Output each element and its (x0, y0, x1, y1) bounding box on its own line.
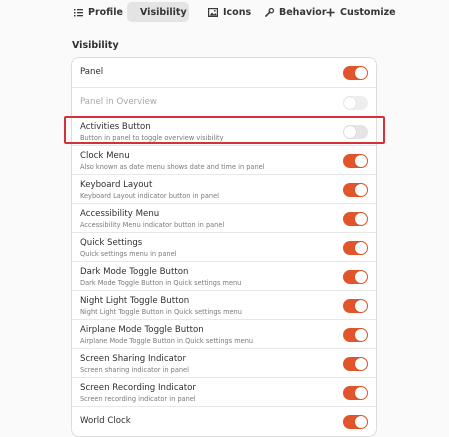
toggle-knob (355, 387, 367, 399)
toggle-switch[interactable] (343, 212, 368, 226)
setting-subtitle: Also known as date menu shows date and t… (80, 163, 265, 171)
setting-title: Screen Recording Indicator (80, 383, 196, 393)
tab-label: Customize (340, 6, 396, 18)
setting-title: Panel in Overview (80, 97, 157, 107)
toggle-knob (355, 213, 367, 225)
toggle-knob (355, 184, 367, 196)
setting-row: Panel in Overview (72, 87, 376, 116)
tab-visibility[interactable]: Visibility (127, 2, 189, 22)
plus-icon (326, 7, 335, 17)
toggle-knob (355, 300, 367, 312)
toggle-knob (355, 67, 367, 79)
toggle-switch[interactable] (343, 183, 368, 197)
setting-subtitle: Accessibility Menu indicator button in p… (80, 221, 225, 229)
setting-title: Accessibility Menu (80, 209, 160, 219)
setting-title: Panel (80, 67, 104, 77)
setting-title: Keyboard Layout (80, 180, 153, 190)
tab-customize[interactable]: Customize (318, 2, 404, 22)
setting-row[interactable]: Night Light Toggle Button Night Light Tog… (72, 290, 376, 319)
toggle-switch[interactable] (343, 386, 368, 400)
tab-bar: Profile Visibility Icons Behavior Custom… (0, 0, 449, 26)
setting-subtitle: Screen sharing indicator in panel (80, 366, 189, 374)
setting-title: Night Light Toggle Button (80, 296, 190, 306)
setting-row[interactable]: Dark Mode Toggle Button Dark Mode Toggle … (72, 261, 376, 290)
toggle-knob (355, 271, 367, 283)
toggle-switch[interactable] (343, 415, 368, 429)
toggle-switch[interactable] (343, 66, 368, 80)
toggle-knob (355, 242, 367, 254)
tab-profile[interactable]: Profile (66, 2, 131, 22)
toggle-switch[interactable] (343, 357, 368, 371)
tab-label: Profile (88, 6, 123, 18)
toggle-knob (355, 416, 367, 428)
setting-row[interactable]: Clock Menu Also known as date menu shows … (72, 145, 376, 174)
toggle-knob (355, 329, 367, 341)
setting-subtitle: Dark Mode Toggle Button in Quick setting… (80, 279, 242, 287)
setting-row[interactable]: Screen Sharing Indicator Screen sharing i… (72, 348, 376, 377)
setting-row[interactable]: Keyboard Layout Keyboard Layout indicator… (72, 174, 376, 203)
setting-row[interactable]: Quick Settings Quick settings menu in pan… (72, 232, 376, 261)
toggle-switch[interactable] (343, 154, 368, 168)
setting-subtitle: Airplane Mode Toggle Button in Quick set… (80, 337, 254, 345)
setting-title: Clock Menu (80, 151, 130, 161)
setting-subtitle: Screen recording indicator in panel (80, 395, 196, 403)
setting-title: World Clock (80, 416, 131, 426)
setting-row[interactable]: Panel (72, 58, 376, 87)
setting-row[interactable]: Airplane Mode Toggle Button Airplane Mode… (72, 319, 376, 348)
section-title: Visibility (72, 40, 119, 51)
toggle-knob (355, 358, 367, 370)
toggle-knob (355, 155, 367, 167)
toggle-switch[interactable] (343, 328, 368, 342)
tab-icons[interactable]: Icons (200, 2, 259, 22)
setting-row[interactable]: Screen Recording Indicator Screen recordi… (72, 377, 376, 406)
setting-subtitle: Quick settings menu in panel (80, 250, 177, 258)
setting-title: Quick Settings (80, 238, 143, 248)
wrench-icon (265, 7, 274, 17)
toggle-switch[interactable] (343, 299, 368, 313)
setting-subtitle: Night Light Toggle Button in Quick setti… (80, 308, 242, 316)
toggle-switch (343, 96, 368, 110)
setting-row[interactable]: Accessibility Menu Accessibility Menu ind… (72, 203, 376, 232)
setting-title: Airplane Mode Toggle Button (80, 325, 204, 335)
settings-list: Panel Panel in Overview Activities Button B… (71, 57, 377, 437)
setting-row[interactable]: World Clock (72, 406, 376, 435)
tab-label: Visibility (140, 6, 187, 18)
image-icon (208, 7, 218, 17)
setting-title: Dark Mode Toggle Button (80, 267, 189, 277)
setting-title: Screen Sharing Indicator (80, 354, 186, 364)
toggle-knob (344, 97, 356, 109)
toggle-switch[interactable] (343, 270, 368, 284)
setting-subtitle: Keyboard Layout indicator button in pane… (80, 192, 219, 200)
list-icon (74, 8, 83, 16)
toggle-switch[interactable] (343, 241, 368, 255)
tab-label: Icons (223, 6, 252, 18)
highlight-box (64, 116, 385, 144)
